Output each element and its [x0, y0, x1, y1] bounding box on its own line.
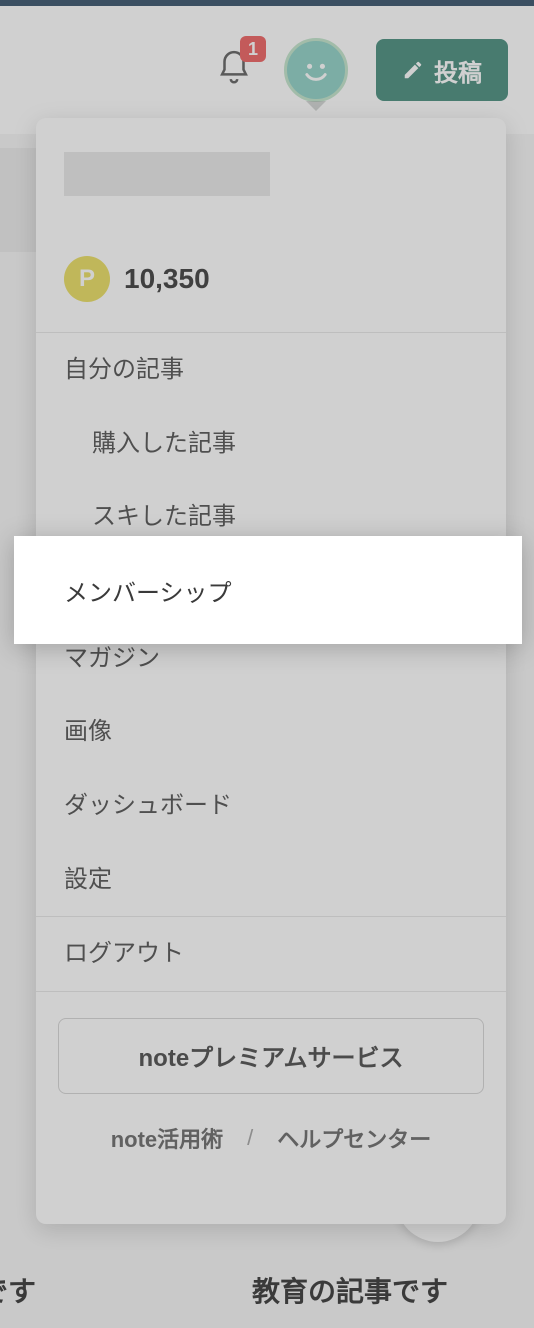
- link-help-center[interactable]: ヘルプセンター: [277, 1122, 431, 1154]
- background-card-edge: [0, 148, 36, 252]
- post-button[interactable]: 投稿: [376, 39, 508, 101]
- link-note-tips[interactable]: note活用術: [111, 1122, 223, 1154]
- header-bar: 1 投稿: [0, 6, 534, 134]
- avatar[interactable]: [284, 38, 348, 102]
- premium-service-button[interactable]: noteプレミアムサービス: [58, 1018, 484, 1094]
- user-name-placeholder: [64, 152, 270, 196]
- background-text-left: です: [0, 1270, 36, 1310]
- premium-service-label: noteプレミアムサービス: [139, 1038, 404, 1073]
- menu-dashboard[interactable]: ダッシュボード: [36, 769, 506, 843]
- menu-membership[interactable]: メンバーシップ: [14, 536, 522, 644]
- notifications-button[interactable]: 1: [212, 42, 256, 98]
- menu-my-articles[interactable]: 自分の記事: [36, 333, 506, 407]
- points-badge-icon: P: [64, 256, 110, 302]
- user-dropdown: P 10,350 自分の記事 購入した記事 スキした記事 マガジン 画像 ダッシ…: [36, 118, 506, 1224]
- menu-logout[interactable]: ログアウト: [36, 917, 506, 991]
- smile-icon: [294, 48, 338, 92]
- divider: [36, 991, 506, 992]
- user-name-row[interactable]: [36, 118, 506, 206]
- menu-settings[interactable]: 設定: [36, 843, 506, 917]
- points-value: 10,350: [124, 263, 210, 295]
- dropdown-footer-links: note活用術 / ヘルプセンター: [36, 1122, 506, 1154]
- points-row[interactable]: P 10,350: [36, 206, 506, 332]
- menu-membership-label: メンバーシップ: [64, 573, 232, 608]
- menu-images[interactable]: 画像: [36, 695, 506, 769]
- pencil-icon: [402, 59, 424, 81]
- footer-separator: /: [247, 1125, 253, 1151]
- menu-purchased-articles[interactable]: 購入した記事: [36, 407, 506, 481]
- notification-badge: 1: [240, 36, 266, 62]
- background-text-right: 教育の記事です: [252, 1270, 448, 1310]
- post-button-label: 投稿: [434, 53, 482, 88]
